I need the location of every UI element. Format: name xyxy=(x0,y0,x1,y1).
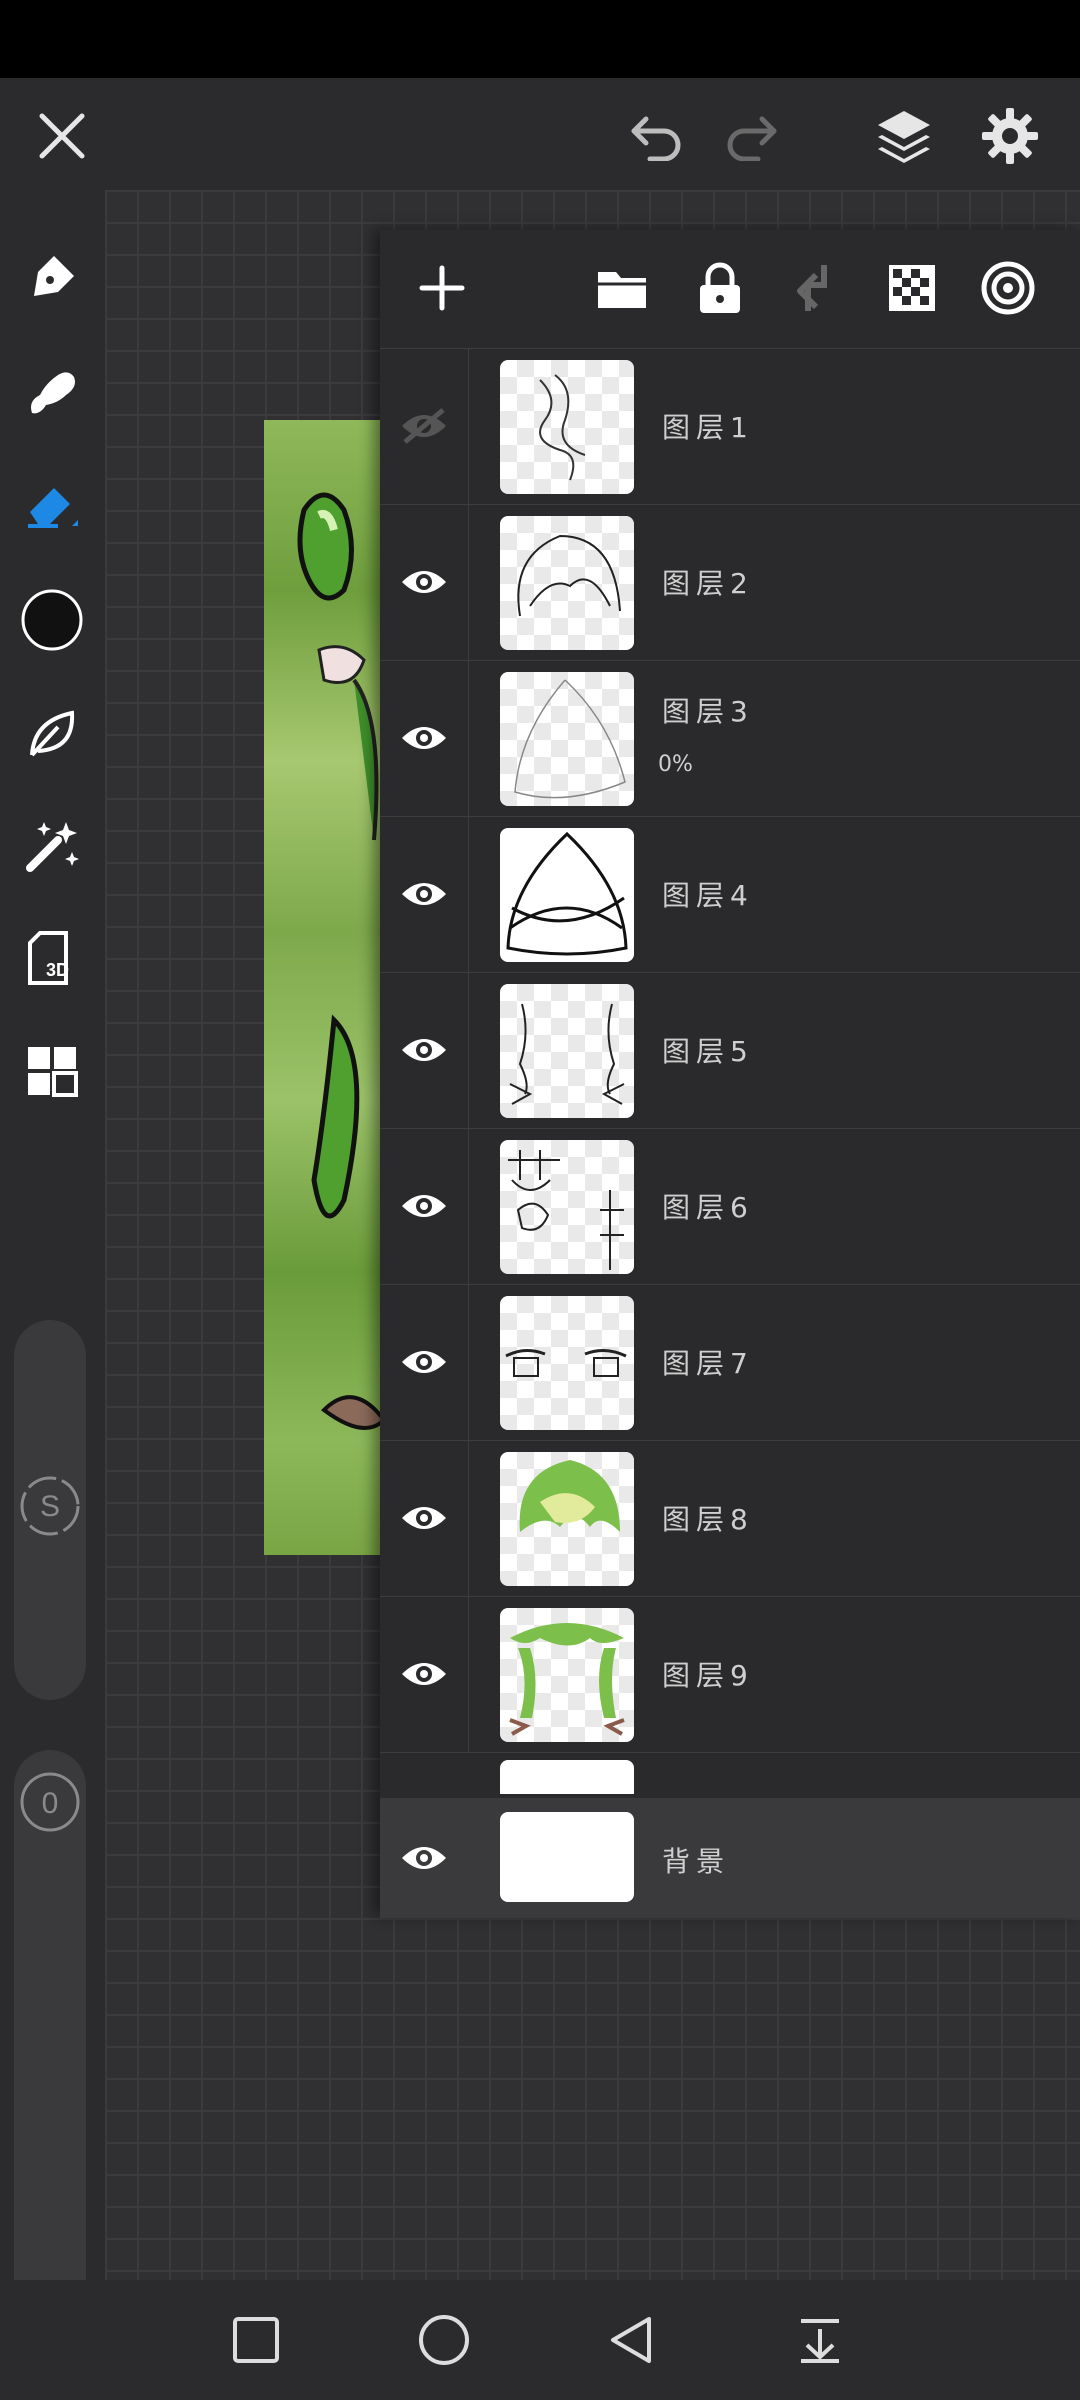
layer-name: 图层1 xyxy=(662,411,754,444)
layer-name: 图层4 xyxy=(662,879,754,912)
next-layer-peek xyxy=(500,1760,634,1794)
layer-row-8[interactable]: 图层8 xyxy=(380,1440,1080,1597)
settings-icon[interactable] xyxy=(970,96,1050,176)
layer-thumbnail xyxy=(500,828,634,962)
layers-toolbar xyxy=(380,230,1080,349)
layer-row-5[interactable]: 图层5 xyxy=(380,972,1080,1129)
layer-thumbnail xyxy=(500,1140,634,1274)
lock-icon[interactable] xyxy=(684,252,756,324)
leaf-brush-icon[interactable] xyxy=(14,695,90,771)
gallery-icon[interactable] xyxy=(14,1033,90,1109)
notification-pull-icon[interactable] xyxy=(780,2300,860,2380)
layer-row-9[interactable]: 图层9 xyxy=(380,1596,1080,1753)
layer-name: 图层7 xyxy=(662,1347,754,1380)
opacity-icon: 0 xyxy=(18,1770,82,1834)
eye-icon[interactable] xyxy=(380,972,469,1128)
hidden-eye-icon[interactable] xyxy=(380,348,469,504)
layer-name: 图层2 xyxy=(662,567,754,600)
opacity-value: 0 xyxy=(42,1787,59,1820)
back-icon[interactable] xyxy=(592,2300,672,2380)
top-toolbar xyxy=(0,78,1080,190)
alpha-lock-icon[interactable] xyxy=(876,252,948,324)
status-bar xyxy=(0,0,1080,78)
background-thumbnail xyxy=(500,1812,634,1902)
layer-name: 图层5 xyxy=(662,1035,754,1068)
home-icon[interactable] xyxy=(404,2300,484,2380)
eye-icon[interactable] xyxy=(380,816,469,972)
layer-thumbnail xyxy=(500,360,634,494)
folder-icon[interactable] xyxy=(586,252,658,324)
eye-icon[interactable] xyxy=(380,1284,469,1440)
layer-row-4[interactable]: 图层4 xyxy=(380,816,1080,973)
opacity-slider[interactable]: 0 xyxy=(14,1750,86,2330)
layer-thumbnail xyxy=(500,984,634,1118)
layer-thumbnail xyxy=(500,1452,634,1586)
eye-icon[interactable] xyxy=(380,1798,468,1918)
eye-icon[interactable] xyxy=(380,1440,469,1596)
clipping-icon[interactable] xyxy=(972,252,1044,324)
system-nav-bar xyxy=(0,2280,1080,2400)
recents-icon[interactable] xyxy=(216,2300,296,2380)
background-layer-name: 背景 xyxy=(662,1845,731,1878)
layer-row-3[interactable]: 图层3 0% xyxy=(380,660,1080,817)
layers-icon[interactable] xyxy=(864,96,944,176)
redo-icon[interactable] xyxy=(714,98,790,174)
background-layer-row[interactable]: 背景 xyxy=(380,1798,1080,1918)
smudge-icon[interactable] xyxy=(14,355,90,431)
eye-icon[interactable] xyxy=(380,504,469,660)
close-icon[interactable] xyxy=(24,98,100,174)
3d-icon[interactable]: 3D xyxy=(14,920,90,996)
layer-name: 图层6 xyxy=(662,1191,754,1224)
size-icon: S xyxy=(18,1474,82,1538)
merge-down-icon[interactable] xyxy=(780,252,852,324)
tool-sidebar: 3D S 0 xyxy=(0,190,105,2330)
layer-row-2[interactable]: 图层2 xyxy=(380,504,1080,661)
layer-thumbnail xyxy=(500,1608,634,1742)
layer-row-6[interactable]: 图层6 xyxy=(380,1128,1080,1285)
brush-size-slider[interactable]: S xyxy=(14,1320,86,1700)
color-icon[interactable] xyxy=(14,582,90,658)
eye-icon[interactable] xyxy=(380,1596,469,1752)
layer-opacity: 0% xyxy=(658,752,693,777)
size-label: S xyxy=(40,1490,60,1523)
layer-thumbnail xyxy=(500,516,634,650)
layer-name: 图层3 xyxy=(662,695,754,728)
layer-name: 图层8 xyxy=(662,1503,754,1536)
pen-icon[interactable] xyxy=(14,240,90,316)
layer-thumbnail xyxy=(500,1296,634,1430)
add-icon[interactable] xyxy=(406,252,478,324)
magic-wand-icon[interactable] xyxy=(14,808,90,884)
undo-icon[interactable] xyxy=(618,98,694,174)
eye-icon[interactable] xyxy=(380,660,469,816)
3d-label: 3D xyxy=(46,960,69,980)
layer-row-7[interactable]: 图层7 xyxy=(380,1284,1080,1441)
layer-name: 图层9 xyxy=(662,1659,754,1692)
eye-icon[interactable] xyxy=(380,1128,469,1284)
layers-panel: 图层1 图层2 图层3 0% 图层4 图层5 图层6 图层7 图层8 图层9 背… xyxy=(380,230,1080,1918)
layer-row-1[interactable]: 图层1 xyxy=(380,348,1080,505)
canvas-artwork[interactable] xyxy=(264,420,384,1555)
layer-thumbnail xyxy=(500,672,634,806)
eraser-icon[interactable] xyxy=(14,468,90,544)
